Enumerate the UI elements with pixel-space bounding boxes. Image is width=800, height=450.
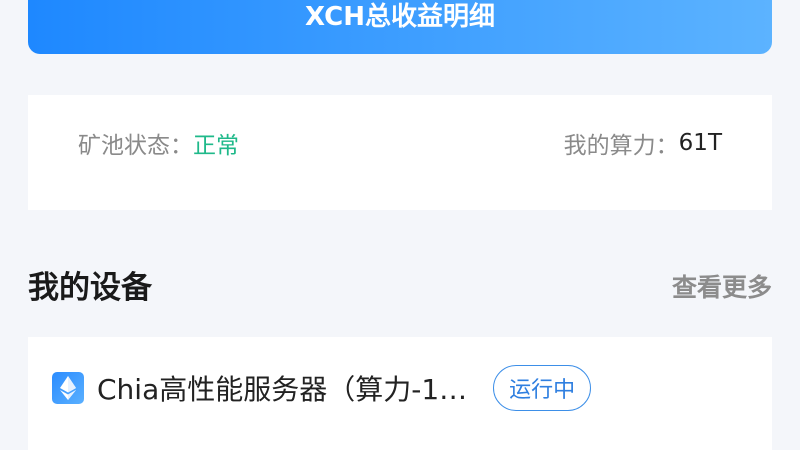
pool-status: 矿池状态： 正常 xyxy=(78,85,239,200)
total-earnings-label: XCH总收益明细 xyxy=(305,1,495,32)
pool-status-label: 矿池状态： xyxy=(78,132,193,159)
total-earnings-button[interactable]: XCH总收益明细 xyxy=(28,0,772,54)
ethereum-icon xyxy=(52,372,84,404)
hashrate-value: 61T xyxy=(678,129,722,156)
view-more-link[interactable]: 查看更多 xyxy=(672,268,772,304)
pool-status-value: 正常 xyxy=(193,132,239,159)
device-name: Chia高性能服务器（算力-1… xyxy=(97,373,468,406)
device-card[interactable]: Chia高性能服务器（算力-1… 运行中 xyxy=(28,337,772,450)
status-badge: 运行中 xyxy=(493,365,592,411)
app-page: XCH总收益明细 矿池状态： 正常 我的算力： 61T 我的设备 查看更多 Ch… xyxy=(0,0,800,450)
hashrate-label: 我的算力： xyxy=(563,132,679,159)
pool-status-card: 矿池状态： 正常 我的算力： 61T xyxy=(28,95,772,210)
my-devices-title: 我的设备 xyxy=(28,270,152,306)
hashrate: 我的算力： 61T xyxy=(564,85,722,200)
list-item: Chia高性能服务器（算力-1… 运行中 xyxy=(52,365,592,411)
